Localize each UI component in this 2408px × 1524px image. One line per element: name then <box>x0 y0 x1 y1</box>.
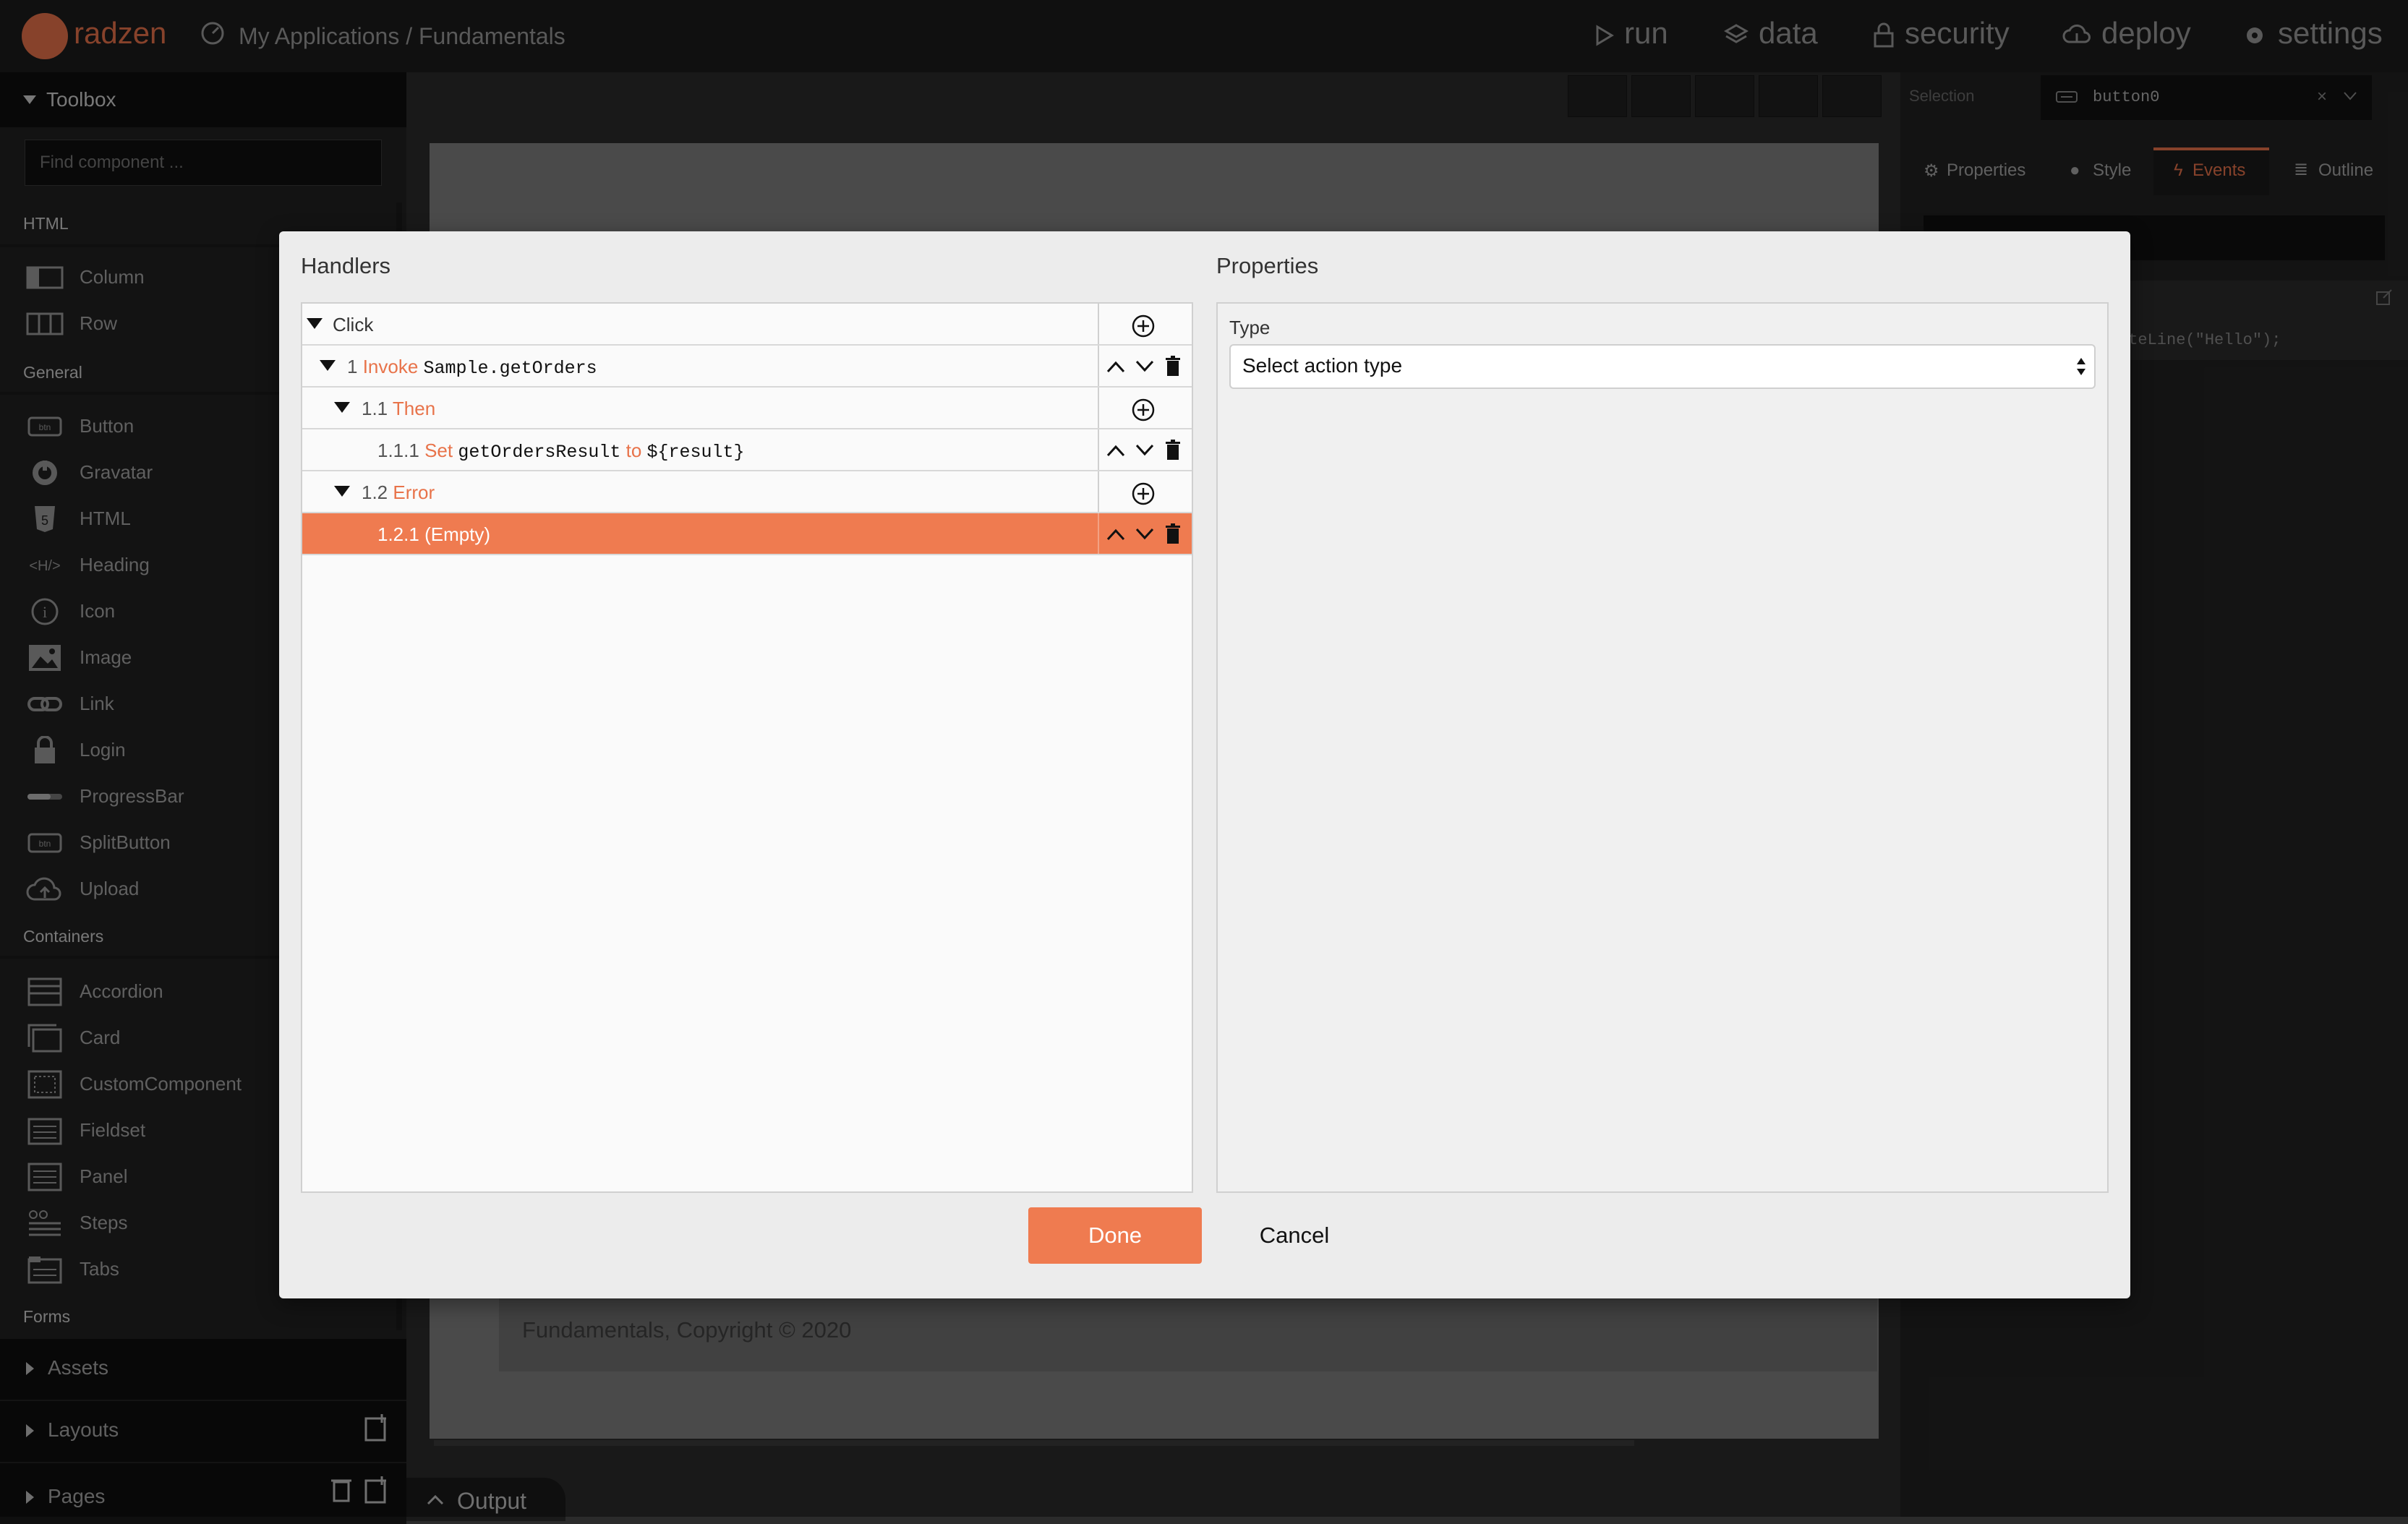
move-down-icon[interactable] <box>1134 359 1156 374</box>
collapse-caret-icon[interactable] <box>307 318 323 329</box>
collapse-caret-icon[interactable] <box>334 486 350 497</box>
handler-row-set[interactable]: 1.1.1 Set getOrdersResult to ${result} <box>302 429 1192 471</box>
collapse-caret-icon[interactable] <box>320 360 336 371</box>
properties-panel <box>1216 302 2109 1193</box>
handlers-title: Handlers <box>301 253 391 278</box>
collapse-caret-icon[interactable] <box>334 402 350 413</box>
divider <box>1098 388 1099 428</box>
move-up-icon[interactable] <box>1105 442 1127 458</box>
divider <box>1098 346 1099 386</box>
divider <box>1098 304 1099 344</box>
divider <box>1098 513 1099 554</box>
divider <box>1098 429 1099 470</box>
action-type-value: Select action type <box>1242 354 1403 377</box>
handler-row-error[interactable]: 1.2 Error <box>302 471 1192 513</box>
handlers-tree: Click 1 Invoke Sample.getOrders 1.1 Then… <box>301 302 1193 1193</box>
move-up-icon[interactable] <box>1105 359 1127 374</box>
move-down-icon[interactable] <box>1134 526 1156 542</box>
delete-icon[interactable] <box>1164 356 1182 377</box>
add-action-icon[interactable] <box>1131 314 1156 338</box>
move-down-icon[interactable] <box>1134 442 1156 458</box>
type-label: Type <box>1229 317 1271 338</box>
done-button[interactable]: Done <box>1028 1207 1202 1264</box>
move-up-icon[interactable] <box>1105 526 1127 542</box>
select-arrows-icon <box>2077 358 2085 375</box>
divider <box>1098 471 1099 512</box>
handler-row-empty-selected[interactable]: 1.2.1 (Empty) <box>302 513 1192 555</box>
handler-row-then[interactable]: 1.1 Then <box>302 388 1192 429</box>
handler-row-click[interactable]: Click <box>302 304 1192 346</box>
delete-icon[interactable] <box>1164 440 1182 461</box>
add-action-icon[interactable] <box>1131 398 1156 422</box>
cancel-button[interactable]: Cancel <box>1229 1207 1359 1264</box>
add-action-icon[interactable] <box>1131 481 1156 506</box>
handler-row-invoke[interactable]: 1 Invoke Sample.getOrders <box>302 346 1192 388</box>
properties-title: Properties <box>1216 253 1319 278</box>
delete-icon[interactable] <box>1164 523 1182 545</box>
